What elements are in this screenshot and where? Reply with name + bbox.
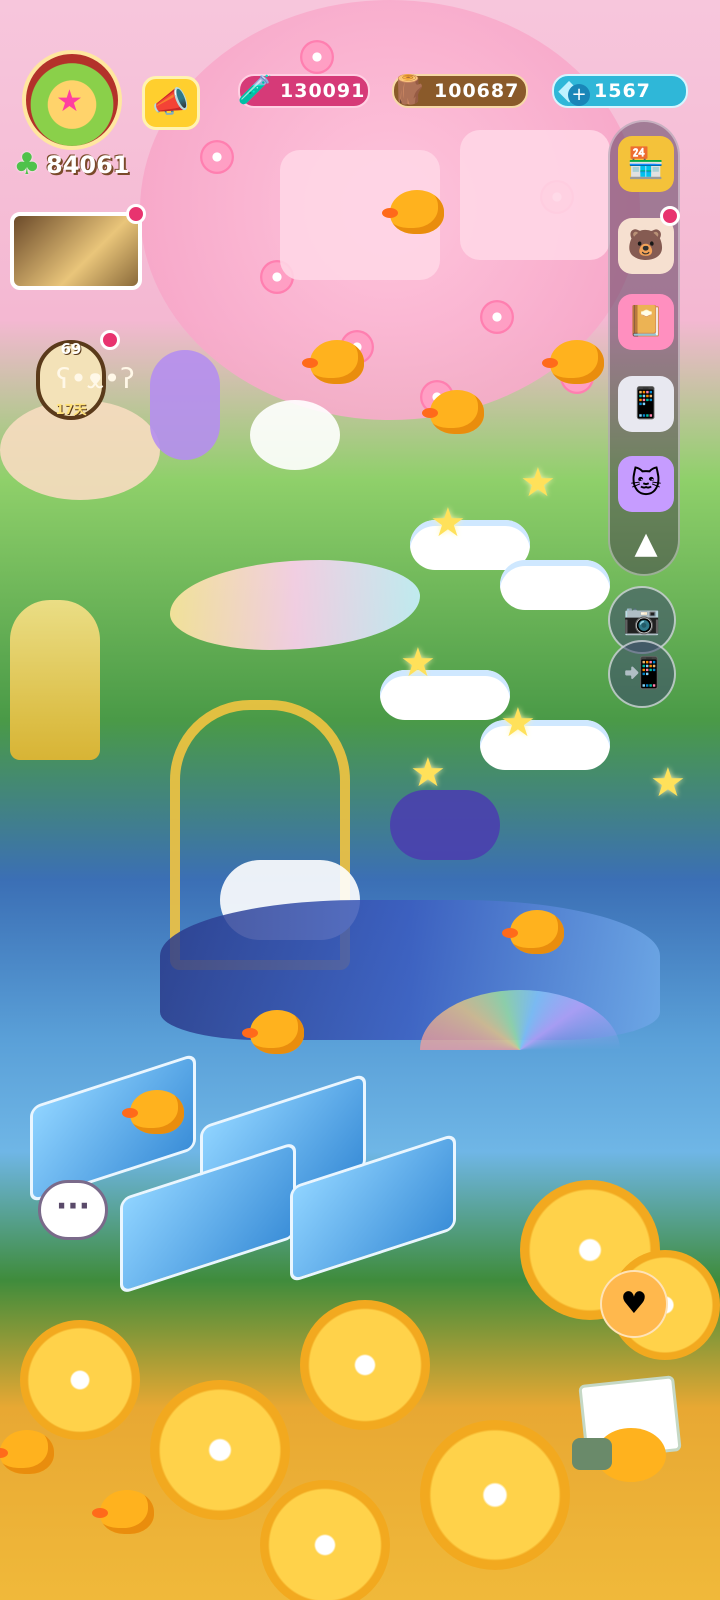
- album-icon[interactable]: 📔: [618, 294, 674, 350]
- duck-character[interactable]: [302, 340, 364, 384]
- duck-character[interactable]: [242, 1010, 304, 1054]
- heart-ducks-icon[interactable]: ♥: [600, 1270, 668, 1338]
- blossom: [200, 140, 234, 174]
- wood-resource[interactable]: 🪵 100687: [392, 73, 528, 108]
- golden-pillar: [10, 600, 100, 760]
- notification-dot: [126, 204, 146, 224]
- rainbow-arc: [420, 990, 620, 1110]
- duck-character[interactable]: [0, 1430, 54, 1474]
- purple-hair-girl[interactable]: [150, 350, 220, 460]
- yellow-tree: [20, 1320, 140, 1440]
- star-decoration: ★: [520, 460, 556, 506]
- yellow-tree: [150, 1380, 290, 1520]
- cat-icon[interactable]: 🐱: [618, 456, 674, 512]
- blossom: [300, 40, 334, 74]
- notification-dot: [100, 330, 120, 350]
- duck-character[interactable]: [382, 190, 444, 234]
- phone-swap-icon[interactable]: 📲: [608, 640, 676, 708]
- duck-character[interactable]: [502, 910, 564, 954]
- cupcake-decoration: [250, 400, 340, 470]
- side-menu-panel: 🏪 🐻 📔 📱 🐱 ▲: [608, 120, 680, 576]
- yellow-tree: [420, 1420, 570, 1570]
- star-decoration: ★: [430, 500, 466, 546]
- duck-character[interactable]: [92, 1490, 154, 1534]
- star-decoration: ★: [400, 640, 436, 686]
- duck-character[interactable]: [422, 390, 484, 434]
- pink-cabinet: [460, 130, 610, 260]
- potion-icon: 🧪: [237, 73, 273, 106]
- friends-icon[interactable]: 🐻: [618, 218, 674, 274]
- pet-days: 17天: [55, 403, 87, 418]
- chat-button[interactable]: ···: [38, 1180, 108, 1240]
- photo-camera-button[interactable]: [572, 1375, 692, 1490]
- notification-dot: [660, 206, 680, 226]
- star-glasses-icon: ★: [56, 84, 83, 119]
- pet-bear-badge[interactable]: 69 ʕ•ᴥ•ʔ 17天: [36, 340, 135, 420]
- clover-counter: ♣ 84061: [12, 148, 130, 182]
- wood-log-icon: 🪵: [391, 73, 427, 106]
- duck-character[interactable]: [122, 1090, 184, 1134]
- blossom: [480, 300, 514, 334]
- moon-pillow: [390, 790, 500, 860]
- plus-icon[interactable]: +: [568, 84, 590, 106]
- rainbow-wing: [170, 560, 420, 650]
- clover-value: 84061: [46, 151, 130, 179]
- pet-level: 69: [60, 340, 82, 358]
- remote-icon[interactable]: 📱: [618, 376, 674, 432]
- event-thumbnail[interactable]: [10, 212, 142, 290]
- gem-resource[interactable]: ◆ + 1567: [552, 73, 688, 108]
- megaphone-icon[interactable]: 📣: [142, 76, 200, 130]
- duck-character[interactable]: [542, 340, 604, 384]
- yellow-tree: [260, 1480, 390, 1600]
- star-decoration: ★: [500, 700, 536, 746]
- potion-resource[interactable]: 🧪 130091: [238, 73, 370, 108]
- yellow-tree: [300, 1300, 430, 1430]
- cloud-platform: [500, 560, 610, 610]
- clover-icon: ♣: [13, 147, 41, 182]
- collapse-arrow-icon[interactable]: ▲: [624, 526, 668, 562]
- star-decoration: ★: [650, 760, 686, 806]
- bear-icon: ʕ•ᴥ•ʔ: [56, 362, 135, 395]
- player-avatar[interactable]: ★: [22, 50, 122, 150]
- shop-icon[interactable]: 🏪: [618, 136, 674, 192]
